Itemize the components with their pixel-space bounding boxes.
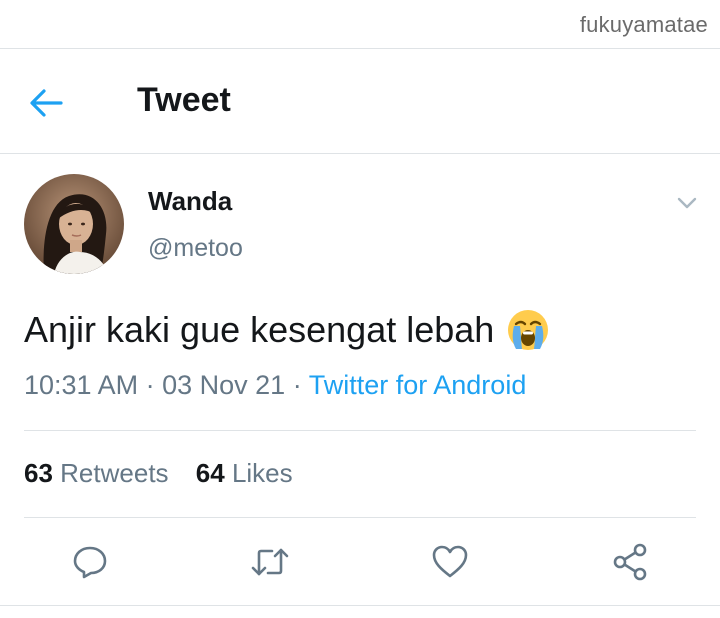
avatar[interactable] (24, 174, 124, 274)
retweets-label: Retweets (60, 458, 169, 488)
share-button[interactable] (608, 540, 652, 584)
author-handle[interactable]: @metoo (148, 234, 243, 263)
likes-label: Likes (231, 458, 293, 488)
heart-icon (432, 545, 468, 578)
likes-stat[interactable]: 64 Likes (196, 458, 293, 488)
page-title: Tweet (137, 81, 231, 119)
tweet-meta: 10:31 AM · 03 Nov 21 · Twitter for Andro… (24, 370, 526, 401)
tweet-time: 10:31 AM (24, 370, 139, 400)
retweet-icon (251, 548, 289, 576)
share-icon (613, 543, 647, 581)
bottom-divider (0, 605, 720, 606)
watermark: fukuyamatae (579, 12, 708, 37)
meta-separator: · (292, 370, 302, 400)
tweet-stats: 63 Retweets 64 Likes (24, 458, 293, 489)
meta-separator: · (145, 370, 155, 400)
back-button[interactable] (24, 83, 68, 123)
divider (24, 430, 696, 431)
reply-icon (73, 546, 107, 579)
tweet-detail-screen: fukuyamatae Tweet Wanda @metoo Anjir kak… (0, 0, 720, 618)
loudly-crying-face-emoji (508, 310, 549, 350)
tweet-date: 03 Nov 21 (162, 370, 286, 400)
tweet-body: Anjir kaki gue kesengat lebah (24, 308, 550, 352)
like-button[interactable] (428, 540, 472, 584)
tweet-source-link[interactable]: Twitter for Android (309, 370, 527, 400)
retweets-count: 63 (24, 458, 53, 488)
arrow-left-icon (30, 89, 63, 117)
divider (24, 517, 696, 518)
likes-count: 64 (195, 458, 225, 488)
retweet-button[interactable] (248, 540, 292, 584)
avatar-image (24, 174, 124, 274)
tweet-text: Anjir kaki gue kesengat lebah (24, 309, 495, 350)
reply-button[interactable] (68, 540, 112, 584)
action-bar (0, 540, 720, 584)
retweets-stat[interactable]: 63 Retweets (24, 458, 169, 488)
chevron-down-icon (677, 197, 697, 209)
top-bar: Tweet (0, 48, 720, 154)
author-name[interactable]: Wanda (148, 186, 232, 217)
tweet-options-button[interactable] (674, 190, 700, 216)
